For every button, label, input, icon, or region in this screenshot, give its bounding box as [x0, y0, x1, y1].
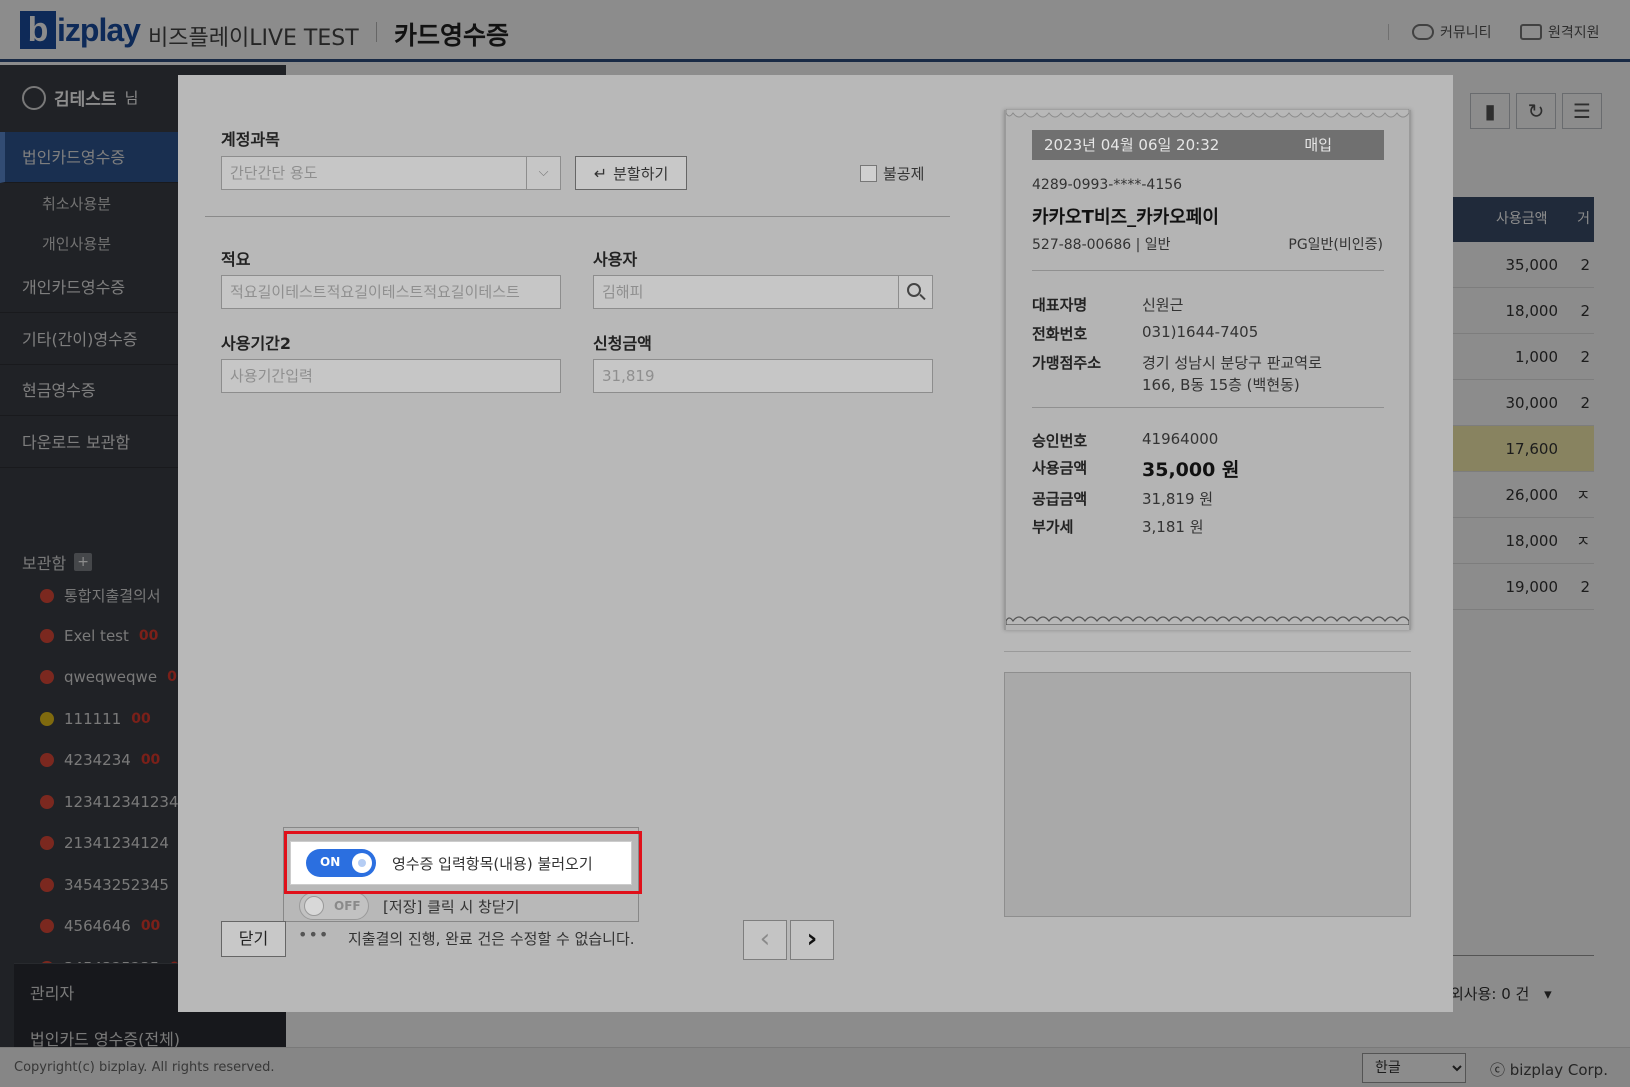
receipt-detail-key: 가맹점주소 [1032, 354, 1102, 372]
search-icon[interactable] [898, 276, 932, 308]
user-label: 사용자 [593, 250, 638, 269]
receipt-detail-key: 대표자명 [1032, 296, 1088, 314]
receipt-detail-value: 경기 성남시 분당구 판교역로 [1142, 354, 1322, 372]
pg-type: PG일반(비인증) [1288, 237, 1383, 253]
receipt-image-area[interactable] [1004, 672, 1411, 917]
receipt-header: 2023년 04월 06일 20:32 매입 [1032, 130, 1384, 160]
close-on-save-label: [저장] 클릭 시 창닫기 [383, 897, 520, 916]
receipt-amount-key: 부가세 [1032, 518, 1074, 536]
receipt-amount-value: 3,181 원 [1142, 518, 1204, 536]
receipt-amount-value: 35,000 원 [1142, 459, 1240, 481]
split-button[interactable]: ↵ 분할하기 [575, 156, 687, 190]
receipt-amount-key: 승인번호 [1032, 432, 1088, 450]
checkbox[interactable] [860, 165, 877, 182]
receipt-detail-key: 전화번호 [1032, 325, 1088, 343]
no-deduct-label: 불공제 [883, 165, 925, 183]
user-value: 김해피 [602, 283, 644, 301]
receipt-amount-value: 31,819 원 [1142, 490, 1214, 508]
more-icon[interactable]: ••• [298, 925, 329, 944]
card-number: 4289-0993-****-4156 [1032, 177, 1183, 193]
business-number: 527-88-00686 | 일반 [1032, 237, 1171, 253]
account-select[interactable]: 간단간단 용도 ⌵ [221, 156, 561, 190]
previous-button[interactable]: ‹ [743, 920, 787, 960]
toggle-knob [304, 896, 324, 916]
close-on-save-toggle-row: OFF [저장] 클릭 시 창닫기 [299, 892, 519, 920]
divider [1004, 651, 1411, 652]
user-input[interactable]: 김해피 [593, 275, 933, 309]
chevron-down-icon: ⌵ [526, 157, 560, 189]
summary-input[interactable]: 적요길이테스트적요길이테스트적요길이테스트 [221, 275, 561, 309]
receipt-amount-value: 41964000 [1142, 430, 1219, 448]
close-button[interactable]: 닫기 [221, 921, 286, 957]
receipt-datetime: 2023년 04월 06일 20:32 [1044, 136, 1220, 154]
summary-label: 적요 [221, 250, 251, 269]
toggle-state: OFF [334, 899, 361, 913]
notice-text: 지출결의 진행, 완료 건은 수정할 수 없습니다. [348, 930, 635, 948]
receipt-detail-value: 031)1644-7405 [1142, 323, 1259, 341]
receipt-top-edge [1006, 109, 1409, 118]
split-icon: ↵ [593, 163, 608, 183]
receipt-type: 매입 [1304, 136, 1332, 154]
merchant-name: 카카오T비즈_카카오페이 [1032, 207, 1219, 228]
no-deduct-checkbox[interactable]: 불공제 [860, 163, 924, 184]
receipt-detail-value: 신원근 [1142, 296, 1184, 314]
divider [1032, 407, 1384, 408]
receipt-detail-value: 166, B동 15층 (백현동) [1142, 376, 1300, 394]
next-button[interactable]: › [790, 920, 834, 960]
account-placeholder: 간단간단 용도 [230, 164, 318, 182]
split-label: 분할하기 [613, 164, 669, 183]
receipt-card: 2023년 04월 06일 20:32 매입 4289-0993-****-41… [1004, 109, 1411, 630]
highlight-box [284, 831, 642, 894]
receipt-bottom-edge [1006, 616, 1409, 625]
divider [205, 216, 950, 217]
account-label: 계정과목 [221, 130, 280, 149]
receipt-edit-modal: 계정과목 간단간단 용도 ⌵ ↵ 분할하기 불공제 적요 적요길이테스트적요길이… [178, 75, 1453, 1012]
period-label: 사용기간2 [221, 334, 292, 353]
period-input[interactable]: 사용기간입력 [221, 359, 561, 393]
receipt-amount-key: 사용금액 [1032, 459, 1088, 477]
amount-label: 신청금액 [593, 334, 652, 353]
receipt-amount-key: 공급금액 [1032, 490, 1088, 508]
amount-input[interactable]: 31,819 [593, 359, 933, 393]
divider [1032, 270, 1384, 271]
close-on-save-toggle[interactable]: OFF [299, 892, 369, 920]
